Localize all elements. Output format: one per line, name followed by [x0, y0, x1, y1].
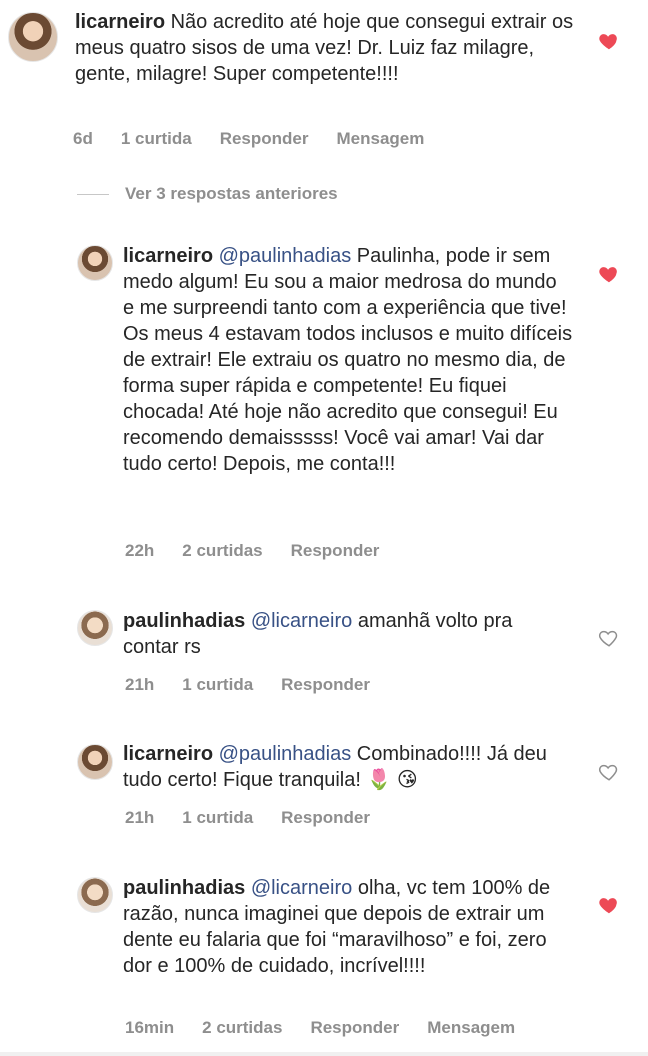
comment-meta: 21h 1 curtida Responder — [125, 808, 398, 828]
message-button[interactable]: Mensagem — [337, 129, 425, 149]
comment-text: licarneiro @paulinhadias Combinado!!!! J… — [123, 741, 573, 793]
comment-meta: 16min 2 curtidas Responder Mensagem — [125, 1018, 543, 1038]
bottom-divider — [0, 1052, 648, 1056]
avatar[interactable] — [8, 12, 58, 62]
timestamp: 21h — [125, 808, 155, 827]
heart-outline-icon[interactable] — [598, 761, 620, 783]
username[interactable]: licarneiro — [75, 11, 165, 33]
heart-outline-icon[interactable] — [598, 627, 620, 649]
username[interactable]: paulinhadias — [123, 877, 245, 899]
timestamp: 16min — [125, 1018, 175, 1037]
mention-link[interactable]: @paulinhadias — [219, 743, 352, 765]
mention-link[interactable]: @licarneiro — [251, 877, 352, 899]
view-replies-label: Ver 3 respostas anteriores — [125, 184, 338, 203]
comment-body: Paulinha, pode ir sem medo algum! Eu sou… — [123, 245, 573, 475]
timestamp: 22h — [125, 541, 155, 560]
heart-filled-icon[interactable] — [598, 30, 620, 52]
likes-count[interactable]: 2 curtidas — [202, 1018, 282, 1038]
likes-count[interactable]: 2 curtidas — [182, 541, 262, 561]
comment-text: licarneiro @paulinhadias Paulinha, pode … — [123, 243, 573, 477]
reply-button[interactable]: Responder — [291, 541, 380, 561]
likes-count[interactable]: 1 curtida — [182, 808, 253, 828]
timestamp: 21h — [125, 675, 155, 694]
comment-meta: 22h 2 curtidas Responder — [125, 541, 407, 561]
comment-text: licarneiro Não acredito até hoje que con… — [75, 9, 575, 87]
reply-button[interactable]: Responder — [281, 675, 370, 695]
mention-link[interactable]: @paulinhadias — [219, 245, 352, 267]
comment-meta: 6d 1 curtida Responder Mensagem — [73, 129, 452, 149]
comment-text: paulinhadias @licarneiro olha, vc tem 10… — [123, 875, 563, 979]
comment-meta: 21h 1 curtida Responder — [125, 675, 398, 695]
heart-filled-icon[interactable] — [598, 263, 620, 285]
reply-button[interactable]: Responder — [220, 129, 309, 149]
likes-count[interactable]: 1 curtida — [182, 675, 253, 695]
username[interactable]: paulinhadias — [123, 610, 245, 632]
username[interactable]: licarneiro — [123, 245, 213, 267]
avatar[interactable] — [77, 245, 113, 281]
username[interactable]: licarneiro — [123, 743, 213, 765]
comment-text: paulinhadias @licarneiro amanhã volto pr… — [123, 608, 553, 660]
divider-line — [77, 193, 109, 195]
avatar[interactable] — [77, 744, 113, 780]
timestamp: 6d — [73, 129, 93, 148]
heart-filled-icon[interactable] — [598, 894, 620, 916]
avatar[interactable] — [77, 877, 113, 913]
likes-count[interactable]: 1 curtida — [121, 129, 192, 149]
view-previous-replies-button[interactable]: Ver 3 respostas anteriores — [77, 184, 338, 204]
reply-button[interactable]: Responder — [281, 808, 370, 828]
avatar[interactable] — [77, 610, 113, 646]
reply-button[interactable]: Responder — [310, 1018, 399, 1038]
mention-link[interactable]: @licarneiro — [251, 610, 352, 632]
message-button[interactable]: Mensagem — [427, 1018, 515, 1038]
